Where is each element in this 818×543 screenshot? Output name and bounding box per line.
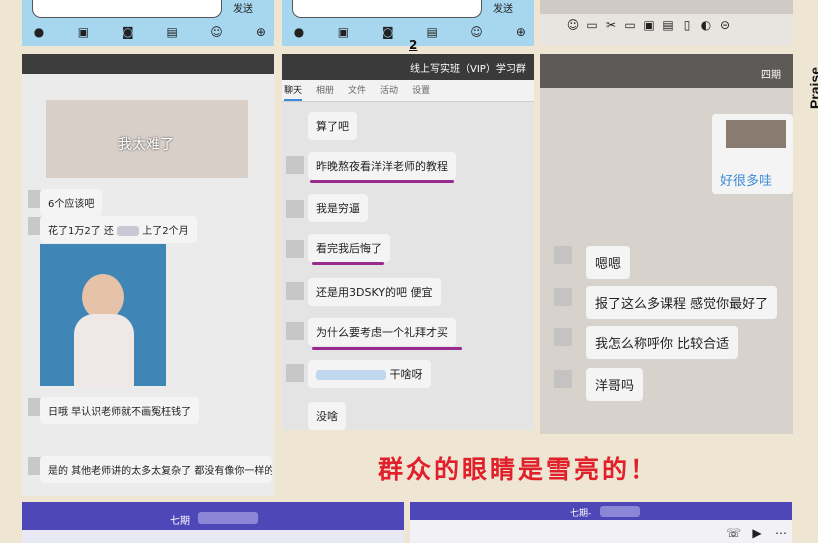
top-toolbar-right: ☺ ▭ ✂ ▭ ▣ ▤ ▯ ◐ ⊝	[540, 0, 793, 46]
mid-chat-screenshot: 线上写实班（VIP）学习群 聊天 相册 文件 活动 设置 算了吧 昨晚熬夜看洋洋…	[282, 54, 534, 430]
more-icon[interactable]: ⋯	[774, 526, 788, 540]
bottom-right-chat-header: 七期- ☏ ▶ ⋯	[410, 502, 792, 543]
avatar	[554, 246, 572, 264]
avatar	[554, 328, 572, 346]
message-bubble: 6个应该吧	[40, 189, 103, 216]
section-label: Praise	[807, 66, 818, 110]
gift-icon[interactable]: ▤	[165, 25, 179, 39]
gift-icon[interactable]: ▤	[425, 25, 439, 39]
message-bubble: 干啥呀	[308, 360, 431, 388]
highlight-stroke	[310, 180, 454, 183]
tab-events[interactable]: 活动	[380, 80, 398, 101]
voice-icon[interactable]: ◐	[699, 18, 713, 32]
right-chat-screenshot: 四期 好很多哇 嗯嗯 报了这么多课程 感觉你最好了 我怎么称呼你 比较合适 洋哥…	[540, 54, 793, 434]
chat-title: 四期	[761, 70, 781, 81]
left-chat-screenshot: 我太难了 6个应该吧 花了1万2了 还 上了2个月 日哦 早认识老师就不画冤枉钱…	[22, 54, 274, 496]
message-input[interactable]	[32, 0, 222, 18]
message-text: 花了1万2了 还	[48, 226, 114, 237]
plus-icon[interactable]: ⊕	[254, 25, 268, 39]
tab-album[interactable]: 相册	[316, 80, 334, 101]
tab-files[interactable]: 文件	[348, 80, 366, 101]
group-tabs: 聊天 相册 文件 活动 设置	[282, 80, 534, 102]
bottom-left-chat-header: 七期	[22, 502, 404, 543]
message-bubble: 花了1万2了 还 上了2个月	[40, 216, 197, 243]
folder-icon[interactable]: ▭	[623, 18, 637, 32]
meme-caption: 我太难了	[118, 137, 174, 153]
message-bubble: 报了这么多课程 感觉你最好了	[586, 286, 778, 319]
emoji-icon[interactable]: ☺	[210, 25, 224, 39]
avatar	[286, 282, 304, 300]
gif-icon[interactable]: ▭	[585, 18, 599, 32]
message-bubble: 洋哥吗	[586, 368, 644, 401]
message-bubble: 没啥	[308, 402, 346, 430]
microphone-icon[interactable]: ●	[292, 25, 306, 39]
phone-icon[interactable]: ▯	[680, 18, 694, 32]
highlight-stroke	[312, 262, 384, 265]
meme-image: 我太难了	[46, 100, 248, 178]
group-title: 线上写实班（VIP）学习群	[410, 64, 526, 75]
avatar	[286, 322, 304, 340]
highlight-stroke	[312, 347, 462, 350]
chat-title: 七期-	[570, 509, 592, 519]
gift-icon[interactable]: ▤	[661, 18, 675, 32]
message-text: 干啥呀	[389, 368, 423, 381]
message-bubble: 还是用3DSKY的吧 便宜	[308, 278, 441, 306]
send-button[interactable]: 发送	[493, 0, 513, 15]
chat-title: 七期	[170, 516, 190, 527]
top-input-bar-left: 发送 ● ▣ ◙ ▤ ☺ ⊕	[22, 0, 274, 46]
avatar	[286, 156, 304, 174]
image-icon[interactable]: ▣	[642, 18, 656, 32]
redacted-text	[316, 370, 386, 380]
camera-icon[interactable]: ◙	[381, 25, 395, 39]
image-icon[interactable]: ▣	[336, 25, 350, 39]
message-bubble: 我怎么称呼你 比较合适	[586, 326, 739, 359]
message-input[interactable]	[292, 0, 482, 18]
message-bubble: 看完我后悔了	[308, 234, 390, 262]
video-icon[interactable]: ▶	[750, 526, 764, 540]
message-text: 上了2个月	[142, 226, 189, 237]
message-bubble: 我是穷逼	[308, 194, 368, 222]
link-card[interactable]: 好很多哇	[712, 114, 793, 194]
message-bubble: 算了吧	[308, 112, 357, 140]
message-bubble: 嗯嗯	[586, 246, 631, 279]
redacted-text	[117, 226, 140, 236]
slogan: 群众的眼睛是雪亮的！	[378, 455, 659, 484]
emoji-icon[interactable]: ☺	[566, 18, 580, 32]
avatar	[286, 240, 304, 258]
avatar	[286, 200, 304, 218]
link-text: 好很多哇	[720, 174, 773, 189]
redacted-text	[198, 512, 258, 524]
child-photo	[40, 244, 166, 386]
avatar	[554, 288, 572, 306]
send-button[interactable]: 发送	[233, 0, 253, 15]
page-number: 2	[409, 38, 418, 52]
phone-icon[interactable]: ☏	[726, 526, 741, 540]
tab-settings[interactable]: 设置	[412, 80, 430, 101]
more-icon[interactable]: ⊝	[718, 18, 732, 32]
avatar	[286, 364, 304, 382]
microphone-icon[interactable]: ●	[32, 25, 46, 39]
image-icon[interactable]: ▣	[76, 25, 90, 39]
message-bubble: 为什么要考虑一个礼拜才买	[308, 318, 456, 346]
avatar	[554, 370, 572, 388]
plus-icon[interactable]: ⊕	[514, 25, 528, 39]
scissors-icon[interactable]: ✂	[604, 18, 618, 32]
redacted-text	[600, 506, 640, 517]
camera-icon[interactable]: ◙	[121, 25, 135, 39]
top-input-bar-mid: 发送 ● ▣ ◙ ▤ ☺ ⊕	[282, 0, 534, 46]
emoji-icon[interactable]: ☺	[470, 25, 484, 39]
message-bubble: 是的 其他老师讲的太多太复杂了 都没有像你一样的中	[40, 456, 272, 483]
message-bubble: 昨晚熬夜看洋洋老师的教程	[308, 152, 456, 180]
tab-chat[interactable]: 聊天	[284, 80, 303, 101]
message-bubble: 日哦 早认识老师就不画冤枉钱了	[40, 397, 200, 424]
